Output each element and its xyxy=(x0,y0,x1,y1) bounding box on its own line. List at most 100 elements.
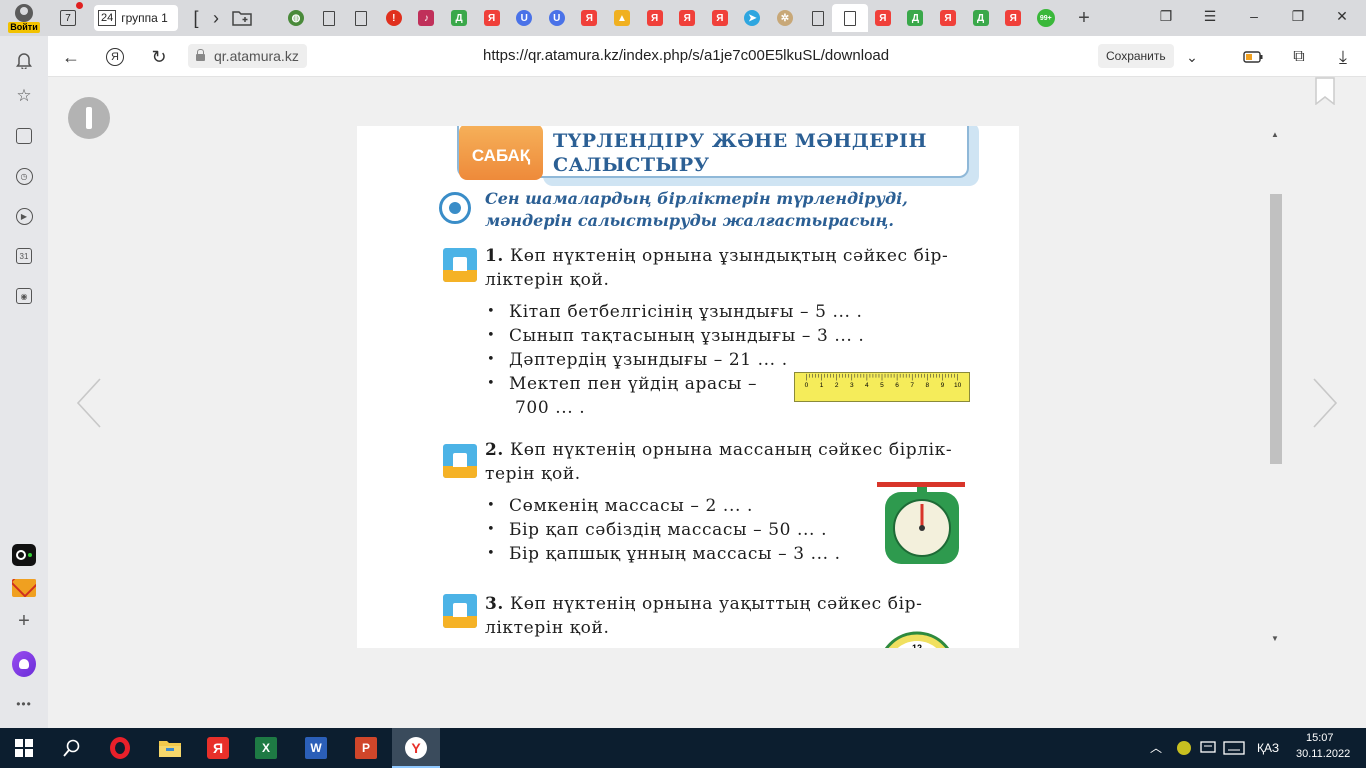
close-button[interactable]: ✕ xyxy=(1332,8,1352,25)
mail-icon[interactable] xyxy=(12,576,36,600)
scrollbar[interactable]: ▲ ▼ xyxy=(1268,126,1284,648)
pinned-tab-u[interactable]: U xyxy=(545,5,569,31)
ruler-tick-label: 4 xyxy=(865,382,869,389)
next-page-arrow-icon[interactable] xyxy=(1312,377,1338,429)
pinned-tab-yandex[interactable]: Я xyxy=(643,5,667,31)
collections-icon[interactable] xyxy=(12,124,36,148)
calendar-icon[interactable]: 31 xyxy=(12,244,36,268)
opera-icon[interactable] xyxy=(108,736,132,760)
alice-icon[interactable] xyxy=(12,651,36,677)
task-2-line-1: Көп нүктенің орнына массаның сәйкес бірл… xyxy=(509,440,953,460)
tab-group[interactable]: 24 группа 1 xyxy=(94,5,178,31)
pinned-tab-globe[interactable]: ◍ xyxy=(284,5,308,31)
pinned-tab-badge[interactable]: 99+ xyxy=(1034,5,1058,31)
goal-line-1: Сен шамалардың бірліктерін түрлендіруді, xyxy=(485,189,908,208)
download-icon[interactable]: ⤓ xyxy=(1332,46,1354,68)
star-icon[interactable]: ☆ xyxy=(12,84,36,108)
restore-button[interactable]: ❐ xyxy=(1288,8,1308,25)
task-1-number: 1. xyxy=(485,246,504,266)
pinned-tab-yandex[interactable]: Я xyxy=(1001,5,1025,31)
pinned-tab-yandex[interactable]: Я xyxy=(936,5,960,31)
domain-pill[interactable]: qr.atamura.kz xyxy=(188,44,307,68)
battery-icon[interactable] xyxy=(1242,46,1264,68)
pinned-tab-drive[interactable]: Д xyxy=(447,5,471,31)
task-2-number: 2. xyxy=(485,440,504,460)
pinned-tab-yandex[interactable]: Я xyxy=(675,5,699,31)
bracket-icon[interactable]: [ xyxy=(186,5,206,31)
url-text[interactable]: https://qr.atamura.kz/index.php/s/a1je7c… xyxy=(483,47,889,64)
pinned-tab-yandex[interactable]: Я xyxy=(480,5,504,31)
more-icon[interactable]: ••• xyxy=(12,692,36,716)
save-button[interactable]: Сохранить xyxy=(1098,44,1174,68)
add-icon[interactable]: + xyxy=(12,609,36,633)
bell-icon[interactable] xyxy=(12,48,36,72)
minimize-button[interactable]: – xyxy=(1244,8,1264,24)
login-button[interactable]: Войти xyxy=(4,2,44,34)
excel-icon[interactable]: X xyxy=(254,736,278,760)
scroll-up-icon[interactable]: ▲ xyxy=(1271,130,1279,139)
menu-icon[interactable]: ☰ xyxy=(1200,8,1220,25)
powerpoint-icon[interactable]: P xyxy=(354,736,378,760)
pinned-tab-doc-active[interactable]: ▭ xyxy=(832,4,869,32)
pinned-tab-telegram[interactable]: ➤ xyxy=(740,5,764,31)
pinned-tab-drive[interactable]: Д xyxy=(903,5,927,31)
file-explorer-icon[interactable] xyxy=(158,736,182,760)
camera-app-icon[interactable] xyxy=(12,543,36,567)
language-indicator[interactable]: ҚАЗ xyxy=(1257,741,1279,755)
yandex-app-icon[interactable]: Y xyxy=(404,736,428,760)
collections-icon[interactable]: ❐ xyxy=(1156,8,1176,25)
scroll-thumb[interactable] xyxy=(1270,194,1282,464)
windows-taskbar: Я X W P Y ︿ ҚАЗ 15:07 30.11.2022 xyxy=(0,728,1366,768)
u-icon: U xyxy=(548,10,565,26)
scale-image xyxy=(877,482,965,564)
extensions-icon[interactable]: ⧉ xyxy=(1288,46,1310,68)
clock-time[interactable]: 15:07 xyxy=(1306,732,1334,744)
tabs-overview-button[interactable]: 7 xyxy=(56,2,83,31)
doc-icon: ▭ xyxy=(355,10,368,26)
pinned-tab-alert[interactable]: ! xyxy=(382,5,406,31)
screenshot-icon[interactable]: ◉ xyxy=(12,284,36,308)
list-item: Бір қапшық ұнның массасы – 3 ... . xyxy=(487,542,907,566)
pause-button[interactable] xyxy=(68,97,110,139)
new-tab-button[interactable]: + xyxy=(1072,5,1096,31)
word-icon[interactable]: W xyxy=(304,736,328,760)
tray-message-icon[interactable] xyxy=(1196,736,1220,760)
pinned-tab-media[interactable]: ♪ xyxy=(414,5,438,31)
reload-button[interactable]: ↻ xyxy=(148,46,170,68)
pinned-tab-gear[interactable]: ✲ xyxy=(773,5,797,31)
bookmark-icon[interactable] xyxy=(1314,77,1336,105)
clock-date[interactable]: 30.11.2022 xyxy=(1296,748,1350,760)
windows-start-icon[interactable] xyxy=(12,736,36,760)
pinned-tab-yandex[interactable]: Я xyxy=(577,5,601,31)
tab-group-count: 24 xyxy=(98,10,117,26)
screenshot-box: ◉ xyxy=(16,288,32,304)
u-icon: U xyxy=(516,10,533,26)
tray-chevron-icon[interactable]: ︿ xyxy=(1150,739,1162,756)
scroll-down-icon[interactable]: ▼ xyxy=(1271,634,1279,643)
new-folder-icon[interactable] xyxy=(230,5,254,31)
document-page: САБАҚ ТҮРЛЕНДІРУ ЖӘНЕ МӘНДЕРІН САЛЫСТЫРУ… xyxy=(357,126,1019,648)
tray-keyboard-icon[interactable] xyxy=(1222,736,1246,760)
drive-icon: Д xyxy=(907,10,924,26)
ruler-tick-label: 5 xyxy=(880,382,884,389)
pinned-tab-image[interactable]: ▲ xyxy=(610,5,634,31)
tray-network-icon[interactable] xyxy=(1172,736,1196,760)
pinned-tab-drive[interactable]: Д xyxy=(969,5,993,31)
badge-icon: 99+ xyxy=(1036,9,1055,27)
chevron-right-icon[interactable]: › xyxy=(206,5,226,31)
history-icon[interactable]: ◷ xyxy=(12,164,36,188)
yandex-button[interactable]: Я xyxy=(104,46,126,68)
back-button[interactable]: ← xyxy=(60,46,82,68)
prev-page-arrow-icon[interactable] xyxy=(76,377,102,429)
yandex-browser-icon[interactable]: Я xyxy=(206,736,230,760)
pinned-tab-u[interactable]: U xyxy=(512,5,536,31)
pinned-tab-yandex[interactable]: Я xyxy=(708,5,732,31)
play-icon[interactable]: ▶ xyxy=(12,204,36,228)
pinned-tab-yandex[interactable]: Я xyxy=(871,5,895,31)
chevron-down-icon[interactable]: ⌄ xyxy=(1181,46,1203,68)
pinned-tab-doc[interactable]: ▭ xyxy=(317,5,341,31)
pinned-tab-doc[interactable]: ▭ xyxy=(806,5,830,31)
ruler-tick-label: 9 xyxy=(941,382,945,389)
search-icon[interactable] xyxy=(60,736,84,760)
pinned-tab-doc[interactable]: ▭ xyxy=(349,5,373,31)
